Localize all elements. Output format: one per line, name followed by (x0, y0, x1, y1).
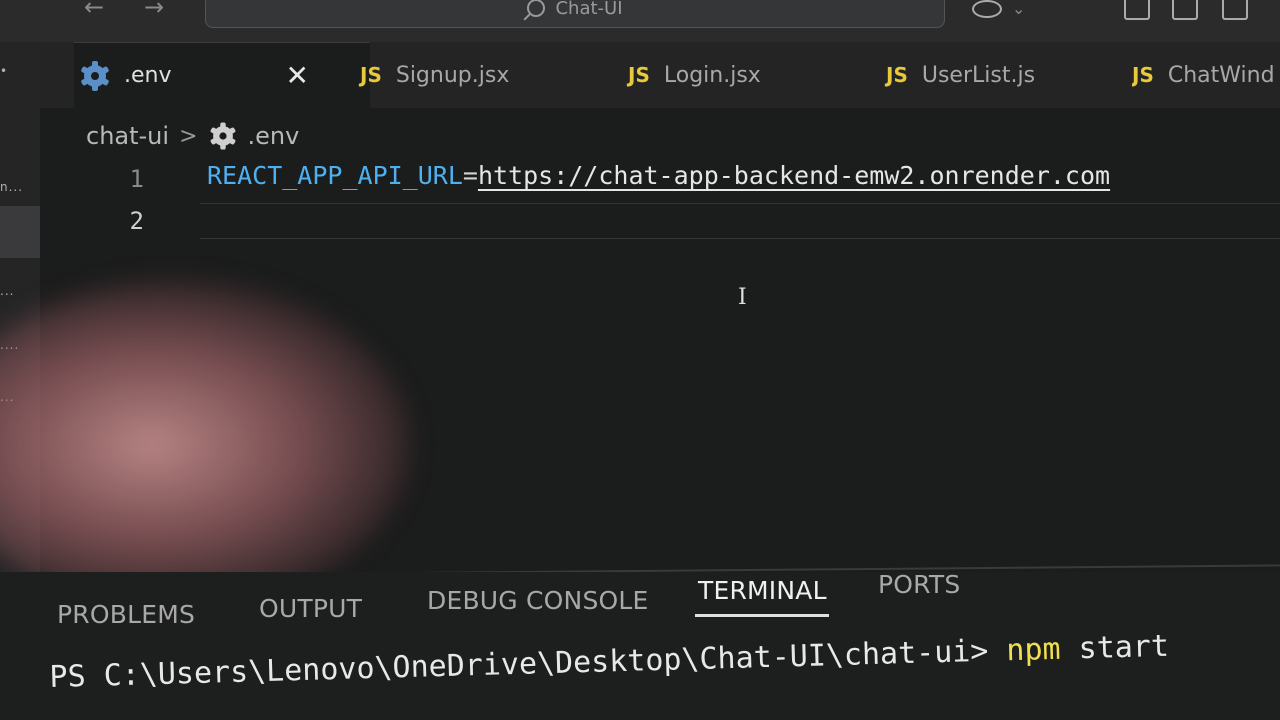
text-cursor-icon: I (738, 285, 747, 310)
close-icon[interactable]: ✕ (286, 59, 309, 92)
forward-arrow-icon[interactable]: → (144, 0, 164, 19)
tab-ports[interactable]: PORTS (878, 570, 960, 599)
current-line-highlight (200, 203, 1280, 239)
js-icon: JS (886, 63, 908, 87)
copilot-icon[interactable] (972, 0, 1002, 18)
search-icon (527, 0, 546, 17)
breadcrumb-separator: > (179, 123, 198, 149)
tab-label: .env (124, 63, 172, 88)
explorer-selection[interactable] (0, 206, 40, 258)
tab-label: Signup.jsx (395, 62, 510, 88)
tab-label: ChatWind (1167, 62, 1275, 88)
line-number: 2 (129, 207, 144, 235)
editor-tab-bar: .env ✕ JS Signup.jsx JS Login.jsx JS Use… (40, 42, 1280, 108)
tab-label: Login.jsx (663, 62, 761, 88)
tab-terminal[interactable]: TERMINAL (698, 576, 827, 605)
js-icon: JS (360, 63, 382, 87)
tab-env[interactable]: .env ✕ (74, 42, 370, 108)
code-line[interactable]: REACT_APP_API_URL=https://chat-app-backe… (207, 161, 1110, 190)
env-variable-name: REACT_APP_API_URL (207, 161, 463, 190)
tab-debug-console[interactable]: DEBUG CONSOLE (427, 586, 649, 615)
panel-toggle-icon[interactable] (1222, 0, 1248, 20)
tab-label: UserList.js (921, 62, 1036, 88)
sidebar-toggle-icon[interactable] (1172, 0, 1198, 20)
active-tab-indicator (695, 614, 829, 617)
breadcrumb-folder[interactable]: chat-ui (86, 122, 169, 150)
gear-icon (209, 122, 236, 150)
tab-chatwindow[interactable]: JS ChatWind (1132, 42, 1280, 108)
env-equals: = (462, 161, 478, 190)
explorer-item[interactable]: • (0, 64, 8, 78)
layout-toggle-icon[interactable] (1124, 0, 1150, 20)
chevron-down-icon[interactable]: ⌄ (1012, 1, 1025, 17)
env-variable-value[interactable]: https://chat-app-backend-emw2.onrender.c… (478, 161, 1110, 190)
line-number: 1 (129, 165, 144, 193)
explorer-item[interactable]: ... (0, 284, 14, 298)
window-title: Chat-UI (555, 0, 623, 19)
tab-login[interactable]: JS Login.jsx (628, 42, 880, 108)
breadcrumb: chat-ui > .env (86, 118, 299, 154)
terminal-command-args: start (1078, 628, 1170, 667)
explorer-item[interactable]: n... (0, 180, 23, 194)
js-icon: JS (628, 63, 650, 87)
breadcrumb-file[interactable]: .env (248, 122, 300, 150)
js-icon: JS (1132, 63, 1154, 87)
back-arrow-icon[interactable]: ← (84, 0, 104, 19)
tab-output[interactable]: OUTPUT (259, 594, 362, 623)
tab-signup[interactable]: JS Signup.jsx (360, 42, 622, 108)
terminal-command: npm (1005, 631, 1062, 669)
command-center-search[interactable]: Chat-UI (205, 0, 945, 28)
title-bar: ← → Chat-UI ⌄ (0, 0, 1280, 42)
tab-problems[interactable]: PROBLEMS (57, 600, 195, 629)
tab-userlist[interactable]: JS UserList.js (886, 42, 1132, 108)
gear-icon (80, 60, 110, 91)
